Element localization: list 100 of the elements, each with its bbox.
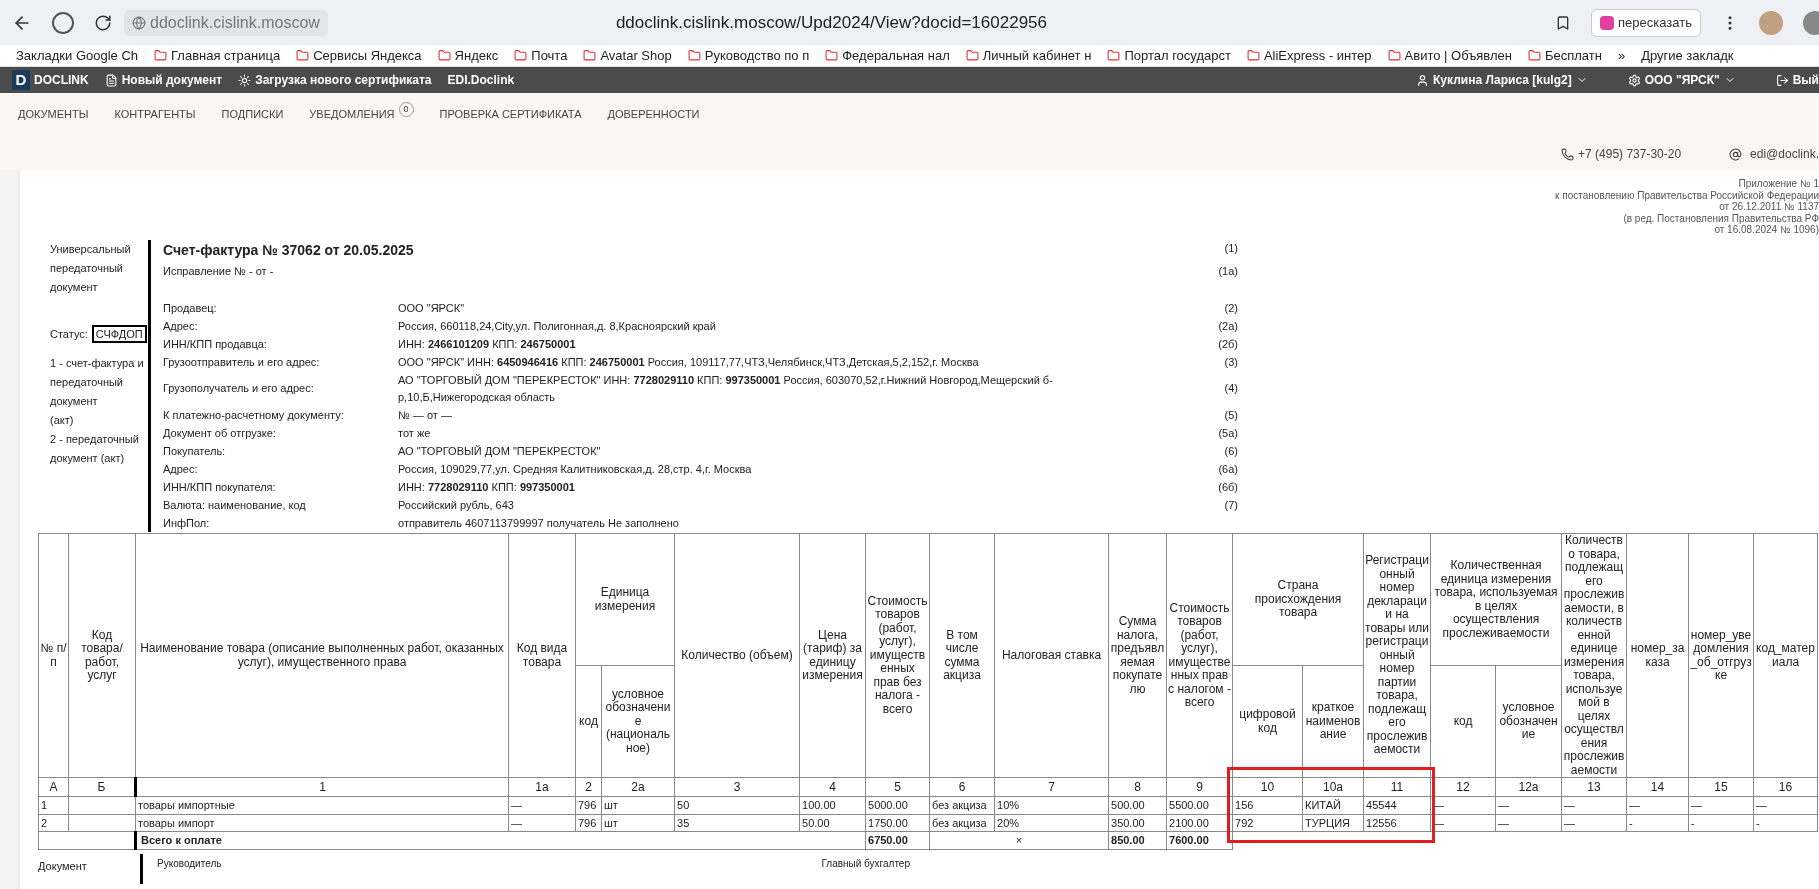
table-cell: без акциза <box>929 814 995 832</box>
column-header: Налоговая ставка <box>994 533 1109 778</box>
bookmark-item[interactable]: Сервисы Яндекса <box>296 45 422 66</box>
bookmark-item[interactable]: Почта <box>514 45 568 66</box>
table-cell: шт <box>601 814 675 832</box>
retell-button[interactable]: пересказать <box>1591 8 1701 37</box>
bookmarks-overflow[interactable]: » <box>1617 45 1626 66</box>
browser-logo-icon[interactable] <box>52 11 74 34</box>
toolbar-link[interactable]: Новый документ <box>104 71 223 89</box>
field-value: ООО "ЯРСК" ИНН: 6450946416 КПП: 246750001 Россия, 109117,77,ЧТЗ,Челябинск,ЧТЗ,Детская,5,2,152,г. Москва <box>398 354 980 370</box>
table-cell: 5000.00 <box>865 796 930 814</box>
exit-link[interactable]: Вый <box>1775 71 1819 89</box>
bookmark-item[interactable]: AliExpress - интер <box>1246 45 1372 66</box>
column-number: 12 <box>1430 777 1496 797</box>
annex-note: (в ред. Постановления Правительства РФ <box>1623 212 1819 224</box>
reload-icon[interactable] <box>94 13 112 32</box>
status-legend: 2 - передаточный документ (акт) <box>50 429 148 468</box>
nav-tab[interactable]: КОНТРАГЕНТЫ <box>114 106 196 123</box>
column-number: 2а <box>601 777 675 797</box>
user-menu[interactable]: Куклина Лариса [kulg2] <box>1416 71 1588 89</box>
bookmark-item[interactable]: Закладки Google Ch <box>16 45 139 66</box>
bookmark-item[interactable]: Авито | Объявлен <box>1387 45 1512 66</box>
table-cell: × <box>929 831 1109 849</box>
field-label: ИнфПол: <box>163 515 211 531</box>
annex-note: к постановлению Правительства Российской Федерации <box>1555 189 1819 201</box>
toolbar-link[interactable]: EDI.Doclink <box>447 71 515 89</box>
table-cell: - <box>1626 814 1689 832</box>
folder-icon <box>583 49 597 62</box>
table-cell: — <box>1495 796 1562 814</box>
field-ref: (1а) <box>1218 263 1238 279</box>
table-cell: 2 <box>38 814 69 832</box>
field-value: отправитель 4607113799997 получатель Не заполнено <box>398 515 680 531</box>
field-ref: (4) <box>1224 381 1238 397</box>
field-label: Грузополучатель и его адрес: <box>163 381 315 397</box>
table-cell: 2100.00 <box>1166 814 1233 832</box>
column-header: номер_заказа <box>1626 533 1689 778</box>
organization-menu[interactable]: ООО "ЯРСК" <box>1627 71 1736 89</box>
nav-tab[interactable]: ПРОВЕРКА СЕРТИФИКАТА <box>439 106 582 123</box>
bookmark-item[interactable]: Руководство по п <box>687 45 810 66</box>
column-number: 5 <box>865 777 930 797</box>
nav-tab[interactable]: ДОКУМЕНТЫ <box>18 106 89 123</box>
column-number: 9 <box>1166 777 1233 797</box>
bookmark-item[interactable]: Яндекс <box>437 45 499 66</box>
column-number: А <box>38 777 69 797</box>
column-header: Регистрационный номер декларации на товары или регистрационный номер партии товара, подлежащего прослеживаемости <box>1363 533 1431 778</box>
table-cell: ТУРЦИЯ <box>1302 814 1364 832</box>
bookmark-item[interactable]: Avatar Shop <box>583 45 672 66</box>
table-cell: 500.00 <box>1108 796 1167 814</box>
total-label: Всего к оплате <box>135 831 866 849</box>
table-cell: 156 <box>1232 796 1303 814</box>
bookmark-item[interactable]: Бесплатн <box>1527 45 1602 66</box>
footer-label: Документ <box>38 858 88 874</box>
table-cell: 796 <box>575 796 602 814</box>
field-label: Продавец: <box>163 300 218 316</box>
table-cell: 12556 <box>1363 814 1431 832</box>
table-cell: 5500.00 <box>1166 796 1233 814</box>
bookmark-item[interactable]: Федеральная нал <box>825 45 950 66</box>
logo-icon[interactable]: D <box>12 70 30 90</box>
status-legend: 1 - счет-фактура и передаточный документ <box>50 353 148 411</box>
nav-tab[interactable]: ДОВЕРЕННОСТИ <box>607 106 700 123</box>
address-field[interactable]: ddoclink.cislink.moscow <box>124 9 328 36</box>
phone-icon <box>1561 147 1575 161</box>
table-cell: товары импортные <box>135 796 509 814</box>
column-number: 1а <box>508 777 576 797</box>
table-cell: 850.00 <box>1108 831 1167 849</box>
bookmark-item[interactable]: Портал государст <box>1107 45 1231 66</box>
column-header: Цена (тариф) за единицу измерения <box>799 533 866 778</box>
table-cell: - <box>1753 814 1818 832</box>
field-label: ИНН/КПП продавца: <box>163 336 268 352</box>
nav-tab[interactable]: ПОДПИСКИ <box>221 106 284 123</box>
bookmark-item[interactable]: Главная страница <box>154 45 281 66</box>
field-value: тот же <box>398 425 432 441</box>
column-header: № п/п <box>38 533 69 778</box>
column-number: 2 <box>575 777 602 797</box>
table-cell: 1 <box>38 796 69 814</box>
field-label: Грузоотправитель и его адрес: <box>163 354 321 370</box>
toolbar-link[interactable]: Загрузка нового сертификата <box>238 71 432 89</box>
status-code: СЧФДОП <box>91 325 147 343</box>
table-cell: 50 <box>674 796 800 814</box>
column-header: номер_уведомления_об_отгрузке <box>1688 533 1754 778</box>
column-number: 14 <box>1626 777 1689 797</box>
field-ref: (5) <box>1224 407 1238 423</box>
column-header: Код вида товара <box>508 533 576 778</box>
column-header: Страна происхождения товара <box>1232 533 1364 666</box>
column-number: 13 <box>1561 777 1627 797</box>
table-cell: 100.00 <box>799 796 866 814</box>
field-ref: (6) <box>1224 443 1238 459</box>
column-header: код <box>575 665 602 778</box>
field-value: Российский рубль, 643 <box>398 497 515 513</box>
logo[interactable]: DOCLINK <box>34 71 89 89</box>
table-cell: 50.00 <box>799 814 866 832</box>
table-cell: 6750.00 <box>865 831 930 849</box>
bookmark-item[interactable]: Личный кабинет н <box>965 45 1092 66</box>
folder-icon <box>514 49 528 62</box>
bookmark-item[interactable]: Другие закладк <box>1641 45 1734 66</box>
column-header: Единица измерения <box>575 533 675 666</box>
field-value: ИНН: 7728029110 КПП: 997350001 <box>398 479 576 495</box>
signature-label: Главный бухгалтер <box>821 856 910 871</box>
field-label: Адрес: <box>163 461 199 477</box>
field-value: Россия, 660118,24,City,ул. Полигонная,д. 8,Красноярский край <box>398 318 717 334</box>
